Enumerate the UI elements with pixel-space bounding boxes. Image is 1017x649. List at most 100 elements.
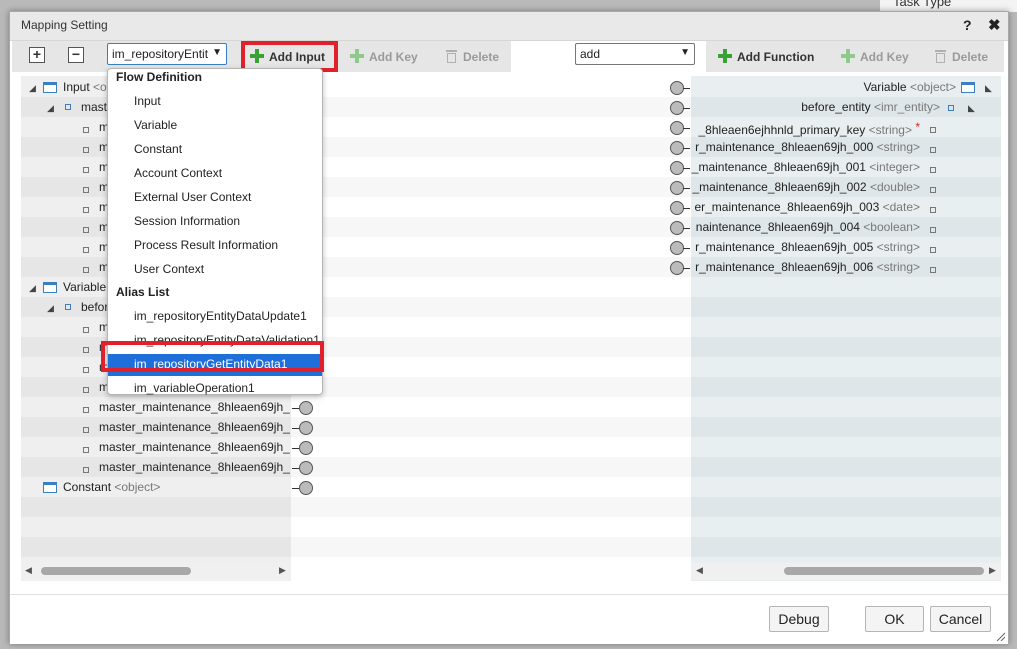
target-leaf[interactable]: r_maintenance_8hleaen69jh_000 <string> <box>610 140 920 154</box>
row-stripe <box>21 537 291 557</box>
target-leaf-label: r_maintenance_8hleaen69jh_005 <box>695 240 874 254</box>
dialog-title: Mapping Setting <box>21 18 108 32</box>
tree-leaf-variable[interactable]: master_maintenance_8hleaen69jh_ <box>99 440 290 454</box>
leaf-field-icon <box>930 227 936 233</box>
tree-node-input-entity[interactable]: mast <box>81 100 107 114</box>
expand-toggle-icon[interactable]: ◣ <box>985 83 992 94</box>
source-port[interactable] <box>299 461 313 475</box>
leaf-field-icon <box>930 147 936 153</box>
target-leaf-label: _8hleaen6ejhhnld_primary_key <box>698 123 866 137</box>
target-node-variable-label: Variable <box>863 80 907 94</box>
trash-icon <box>935 50 946 63</box>
source-port[interactable] <box>299 441 313 455</box>
scroll-right-arrow-icon[interactable]: ▶ <box>279 565 286 576</box>
leaf-field-icon <box>930 187 936 193</box>
add-function-button[interactable]: Add Function <box>718 46 814 68</box>
row-stripe <box>291 337 691 357</box>
scrollbar-thumb[interactable] <box>41 567 191 575</box>
row-stripe <box>291 377 691 397</box>
expand-toggle-icon[interactable]: ◢ <box>47 303 54 314</box>
tree-leaf-variable[interactable]: master_maintenance_8hleaen69jh_ <box>99 460 290 474</box>
expand-toggle-icon[interactable]: ◢ <box>29 283 36 294</box>
object-node-icon <box>961 82 975 93</box>
leaf-field-icon <box>83 427 89 433</box>
ok-button[interactable]: OK <box>865 606 924 632</box>
dropdown-option[interactable]: External User Context <box>134 190 251 204</box>
plus-icon <box>841 49 855 63</box>
row-stripe <box>291 457 691 477</box>
tree-node-input[interactable]: Input <o <box>63 80 107 94</box>
target-leaf-label: r_maintenance_8hleaen69jh_006 <box>695 260 874 274</box>
leaf-field-icon <box>83 127 89 133</box>
target-leaf-type: <integer> <box>869 160 920 174</box>
dropdown-option[interactable]: Process Result Information <box>134 238 278 252</box>
debug-button[interactable]: Debug <box>769 606 829 632</box>
target-leaf-label: er_maintenance_8hleaen69jh_003 <box>694 200 880 214</box>
dropdown-option[interactable]: User Context <box>134 262 204 276</box>
scroll-left-arrow-icon[interactable]: ◀ <box>25 565 32 576</box>
help-icon[interactable]: ? <box>963 17 972 33</box>
object-node-icon <box>43 482 57 493</box>
dropdown-option[interactable]: Constant <box>134 142 182 156</box>
chevron-down-icon: ▼ <box>212 47 222 58</box>
close-icon[interactable]: ✖ <box>988 16 1001 34</box>
dropdown-option[interactable]: Account Context <box>134 166 222 180</box>
collapse-all-button[interactable]: − <box>68 47 84 63</box>
cancel-button[interactable]: Cancel <box>930 606 991 632</box>
scroll-left-arrow-icon[interactable]: ◀ <box>696 565 703 576</box>
add-key-right-button[interactable]: Add Key <box>841 46 909 68</box>
delete-right-button[interactable]: Delete <box>935 46 988 68</box>
target-leaf[interactable]: er_maintenance_8hleaen69jh_003 <date> <box>610 200 920 214</box>
source-port-constant[interactable] <box>299 481 313 495</box>
scroll-right-arrow-icon[interactable]: ▶ <box>989 565 996 576</box>
target-leaf[interactable]: r_maintenance_8hleaen69jh_006 <string> <box>610 260 920 274</box>
target-leaf-type: <string> <box>876 140 920 154</box>
source-port[interactable] <box>299 401 313 415</box>
dropdown-option[interactable]: Input <box>134 94 161 108</box>
target-leaf[interactable]: _maintenance_8hleaen69jh_002 <double> <box>610 180 920 194</box>
input-source-select[interactable]: im_repositoryEntit ▼ <box>107 43 227 65</box>
entity-node-icon <box>65 304 71 310</box>
target-leaf[interactable]: _maintenance_8hleaen69jh_001 <integer> <box>610 160 920 174</box>
expand-toggle-icon[interactable]: ◢ <box>29 83 36 94</box>
delete-left-button[interactable]: Delete <box>446 46 499 68</box>
dropdown-option[interactable]: im_repositoryEntityDataUpdate1 <box>134 309 307 323</box>
expand-toggle-icon[interactable]: ◢ <box>47 103 54 114</box>
expand-toggle-icon[interactable]: ◣ <box>968 103 975 114</box>
tree-leaf-variable[interactable]: master_maintenance_8hleaen69jh_ <box>99 400 290 414</box>
target-leaf-type: <string> <box>876 240 920 254</box>
row-stripe <box>691 497 1001 517</box>
dialog-titlebar: Mapping Setting ? ✖ <box>10 12 1008 41</box>
target-leaf-type: <date> <box>882 200 920 214</box>
target-leaf[interactable]: r_maintenance_8hleaen69jh_005 <string> <box>610 240 920 254</box>
tree-node-variable[interactable]: Variable <box>63 280 106 294</box>
target-leaf[interactable]: naintenance_8hleaen69jh_004 <boolean> <box>610 220 920 234</box>
target-node-variable[interactable]: Variable <object> <box>670 80 956 94</box>
plus-icon <box>350 49 364 63</box>
tree-leaf-variable[interactable]: master_maintenance_8hleaen69jh_ <box>99 420 290 434</box>
row-stripe <box>291 417 691 437</box>
target-horizontal-scrollbar[interactable]: ◀ ▶ <box>691 563 1001 580</box>
scrollbar-thumb[interactable] <box>784 567 984 575</box>
resize-grip-icon[interactable] <box>995 631 1005 641</box>
highlight-selected-option <box>101 341 324 372</box>
dropdown-option[interactable]: im_variableOperation1 <box>134 381 255 395</box>
leaf-field-icon <box>930 247 936 253</box>
row-stripe <box>691 417 1001 437</box>
row-stripe <box>691 377 1001 397</box>
leaf-field-icon <box>83 267 89 273</box>
tree-node-constant[interactable]: Constant <object> <box>63 480 160 494</box>
function-select[interactable]: add ▼ <box>575 43 695 65</box>
source-port[interactable] <box>299 421 313 435</box>
dropdown-option[interactable]: Session Information <box>134 214 240 228</box>
leaf-field-icon <box>83 367 89 373</box>
add-key-left-button[interactable]: Add Key <box>350 46 418 68</box>
leaf-field-icon <box>83 147 89 153</box>
leaf-field-icon <box>930 207 936 213</box>
dropdown-option[interactable]: Variable <box>134 118 177 132</box>
target-node-before-entity[interactable]: before_entity <imr_entity> <box>670 100 940 114</box>
target-leaf[interactable]: _8hleaen6ejhhnld_primary_key <string> * <box>610 120 921 137</box>
tree-node-variable-entity[interactable]: befor <box>81 300 108 314</box>
source-horizontal-scrollbar[interactable]: ◀ ▶ <box>21 563 291 580</box>
expand-all-button[interactable]: + <box>29 47 45 63</box>
